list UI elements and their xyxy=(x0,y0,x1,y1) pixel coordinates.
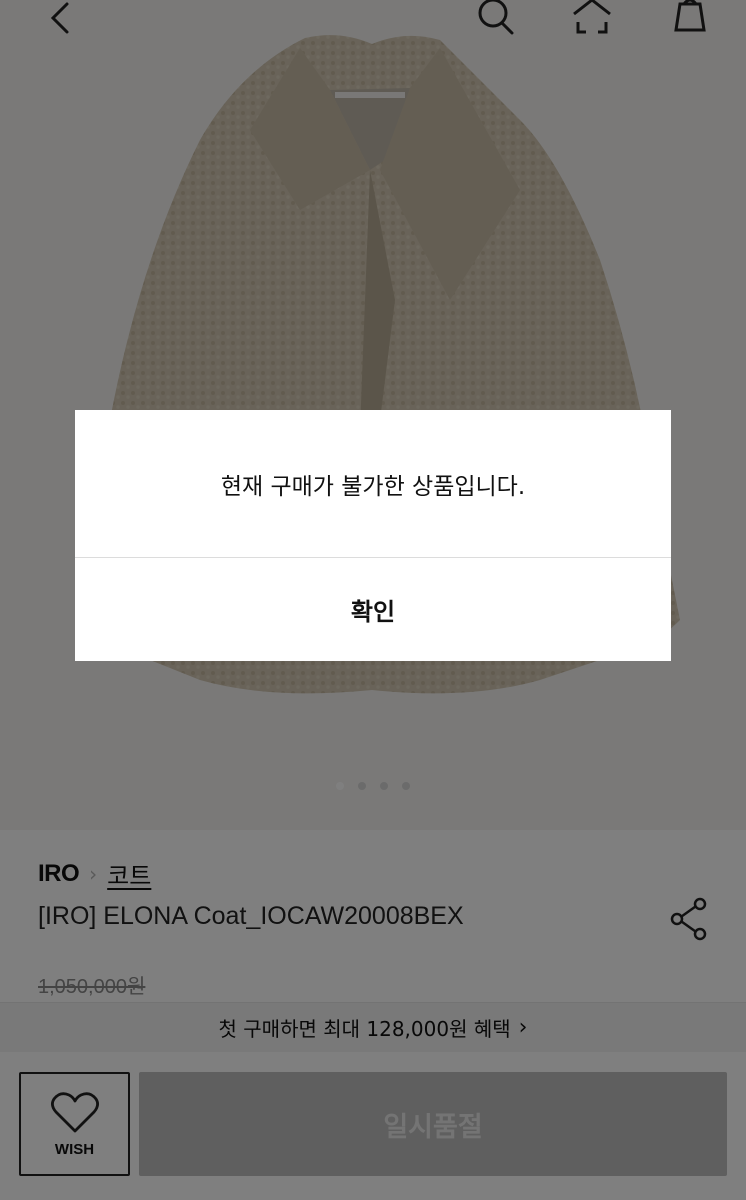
alert-dialog: 현재 구매가 불가한 상품입니다. 확인 xyxy=(75,410,671,661)
confirm-button[interactable]: 확인 xyxy=(75,558,671,661)
alert-message: 현재 구매가 불가한 상품입니다. xyxy=(220,473,526,500)
